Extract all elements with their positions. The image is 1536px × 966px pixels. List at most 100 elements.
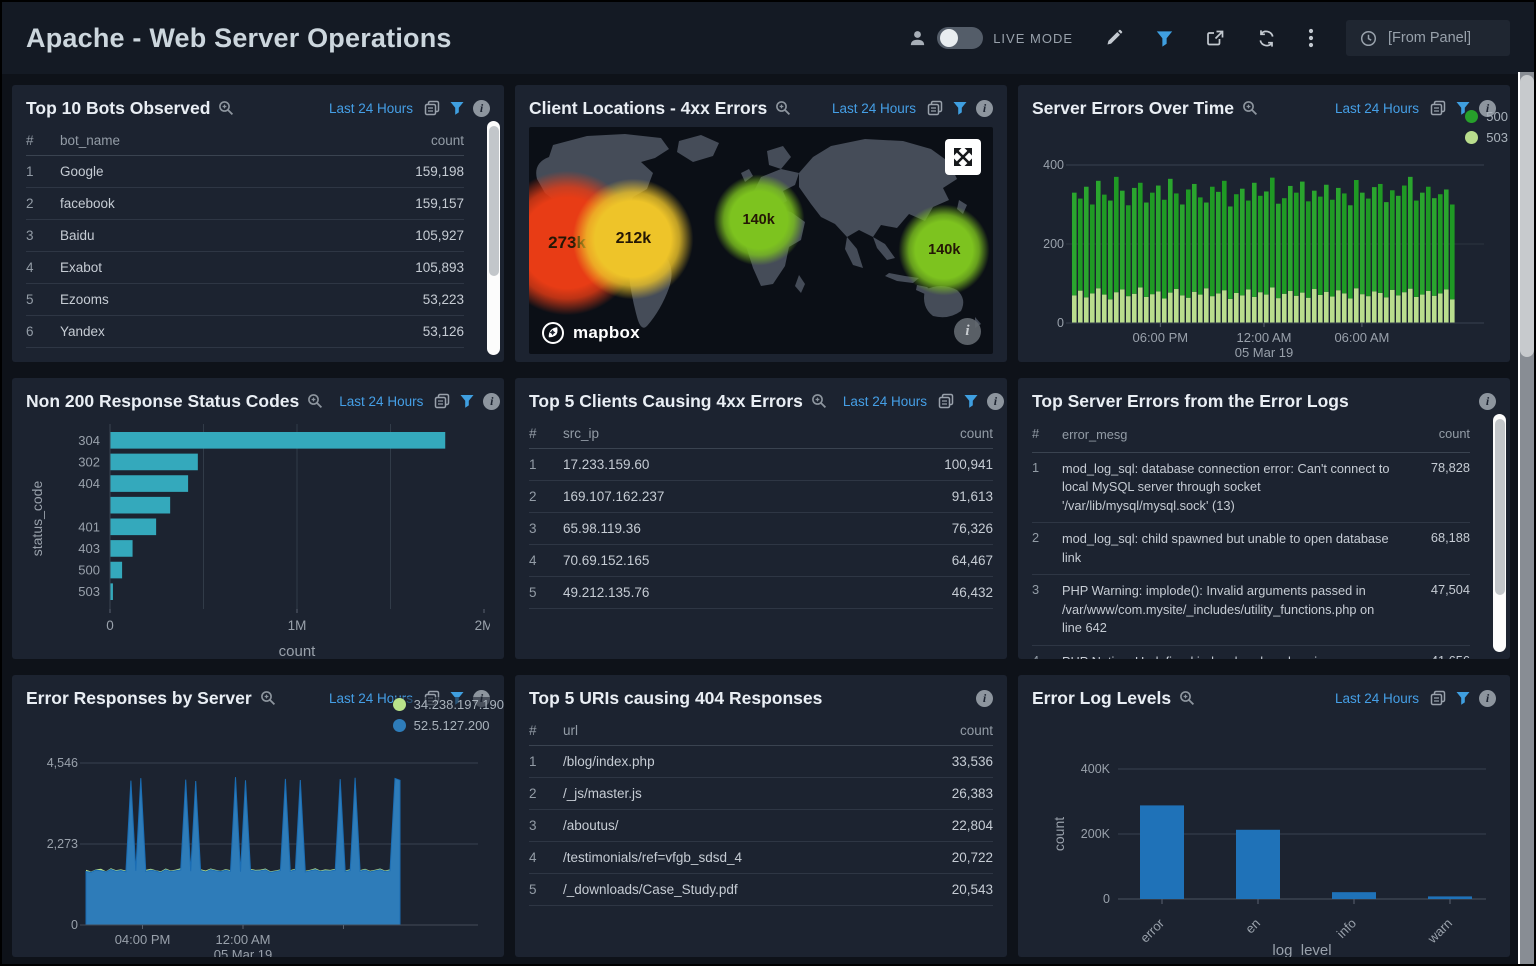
zoom-in-icon[interactable] — [218, 100, 234, 116]
panel-filter-icon[interactable] — [1455, 690, 1471, 706]
row-count: 91,613 — [901, 489, 993, 504]
panel-non-200-codes: Non 200 Response Status Codes Last 24 Ho… — [12, 378, 504, 659]
copy-panel-icon[interactable] — [938, 393, 955, 409]
copy-panel-icon[interactable] — [434, 393, 451, 409]
scrollbar-thumb[interactable] — [1495, 419, 1505, 595]
row-value: 17.233.159.60 — [563, 457, 901, 472]
more-menu-icon[interactable] — [1308, 28, 1314, 48]
zoom-in-icon[interactable] — [1242, 100, 1258, 116]
table-header-row: #bot_namecount — [26, 126, 464, 156]
time-range-link[interactable]: Last 24 Hours — [843, 394, 927, 409]
dashboard-title: Apache - Web Server Operations — [26, 23, 452, 54]
legend-item[interactable]: 503 — [1465, 130, 1508, 145]
map-info-icon[interactable]: i — [954, 318, 981, 345]
time-range-link[interactable]: Last 24 Hours — [339, 394, 423, 409]
expand-map-button[interactable] — [945, 139, 981, 175]
row-index: 6 — [26, 324, 60, 339]
panel-top-bots: Top 10 Bots Observed Last 24 Hours i #bo… — [12, 85, 504, 362]
time-range-link[interactable]: Last 24 Hours — [832, 101, 916, 116]
panel-scrollbar[interactable] — [1493, 414, 1506, 652]
svg-text:304: 304 — [78, 433, 100, 448]
info-icon[interactable]: i — [976, 690, 993, 707]
svg-text:error: error — [1137, 915, 1167, 945]
page-scrollbar-thumb[interactable] — [1520, 75, 1534, 357]
zoom-in-icon[interactable] — [811, 393, 827, 409]
page-scrollbar[interactable] — [1518, 72, 1534, 964]
row-value: /testimonials/ref=vfgb_sdsd_4 — [563, 850, 901, 865]
time-range-link[interactable]: Last 24 Hours — [329, 101, 413, 116]
info-icon[interactable]: i — [1479, 690, 1496, 707]
row-value: /_js/master.js — [563, 786, 901, 801]
time-range-field[interactable]: [From Panel] — [1346, 20, 1510, 56]
svg-text:0: 0 — [1103, 892, 1110, 906]
panel-title: Client Locations - 4xx Errors — [529, 98, 767, 119]
live-mode-toggle[interactable] — [937, 27, 983, 49]
panel-scrollbar[interactable] — [487, 121, 500, 355]
zoom-in-icon[interactable] — [307, 393, 323, 409]
row-index: 1 — [529, 457, 563, 472]
row-value: Google — [60, 164, 372, 179]
time-range-link[interactable]: Last 24 Hours — [1335, 691, 1419, 706]
row-index: 5 — [26, 292, 60, 307]
time-range-link[interactable]: Last 24 Hours — [1335, 101, 1419, 116]
column-header: bot_name — [60, 133, 372, 148]
area-chart: 02,2734,54604:00 PM12:00 AM05 Mar 19 — [26, 713, 490, 957]
stacked-bar-chart: 400200006:00 PM12:00 AM05 Mar 1906:00 AM — [1032, 123, 1496, 362]
row-count: 41,656 — [1406, 653, 1470, 659]
legend-item[interactable]: 34.238.197.190 — [393, 697, 504, 712]
table-row: 4PHP Notice: Undefined index: header_cla… — [1032, 646, 1470, 659]
legend-dot — [393, 698, 406, 711]
mapbox-attribution[interactable]: mapbox — [541, 321, 640, 345]
filter-icon[interactable] — [1155, 29, 1174, 48]
info-icon[interactable]: i — [1479, 393, 1496, 410]
table-row: 4/testimonials/ref=vfgb_sdsd_420,722 — [529, 842, 993, 874]
row-index: 3 — [529, 818, 563, 833]
edit-icon[interactable] — [1105, 29, 1123, 47]
copy-panel-icon[interactable] — [1430, 100, 1447, 116]
column-header: # — [26, 133, 60, 148]
chart-canvas: 30430240440140350050301M2Mcountstatus_co… — [26, 416, 490, 659]
zoom-in-icon[interactable] — [1179, 690, 1195, 706]
user-icon[interactable] — [908, 29, 927, 48]
panel-filter-icon[interactable] — [963, 393, 979, 409]
row-value: 65.98.119.36 — [563, 521, 901, 536]
svg-text:0: 0 — [1057, 316, 1064, 330]
map-bubble[interactable]: 140k — [898, 204, 990, 296]
row-count: 68,188 — [1406, 530, 1470, 545]
copy-panel-icon[interactable] — [927, 100, 944, 116]
copy-panel-icon[interactable] — [424, 100, 441, 116]
legend-label: 52.5.127.200 — [414, 718, 490, 733]
column-header: count — [372, 133, 464, 148]
map-bubble[interactable]: 212k — [572, 178, 694, 300]
column-header: # — [529, 723, 563, 738]
panel-client-locations: Client Locations - 4xx Errors Last 24 Ho… — [515, 85, 1007, 362]
copy-panel-icon[interactable] — [1430, 690, 1447, 706]
chart-legend: 34.238.197.190 52.5.127.200 — [393, 697, 504, 733]
info-icon[interactable]: i — [483, 393, 500, 410]
panel-error-responses: Error Responses by Server Last 24 Hours … — [12, 675, 504, 957]
map-bubble[interactable]: 140k — [713, 174, 805, 266]
column-header: # — [1032, 426, 1062, 441]
panel-filter-icon[interactable] — [449, 100, 465, 116]
zoom-in-icon[interactable] — [775, 100, 791, 116]
world-map[interactable]: 273k212k140k140k mapbox i — [529, 127, 993, 354]
row-index: 3 — [529, 521, 563, 536]
refresh-icon[interactable] — [1257, 29, 1276, 48]
zoom-in-icon[interactable] — [260, 690, 276, 706]
info-icon[interactable]: i — [987, 393, 1004, 410]
legend-item[interactable]: 52.5.127.200 — [393, 718, 504, 733]
table-row: 2facebook159,157 — [26, 188, 464, 220]
info-icon[interactable]: i — [976, 100, 993, 117]
table-row: 3/aboutus/22,804 — [529, 810, 993, 842]
table-row: 1mod_log_sql: database connection error:… — [1032, 453, 1470, 524]
panel-filter-icon[interactable] — [952, 100, 968, 116]
row-count: 20,543 — [901, 882, 993, 897]
svg-text:12:00 AM: 12:00 AM — [216, 932, 271, 947]
legend-item[interactable]: 500 — [1465, 109, 1508, 124]
panel-filter-icon[interactable] — [459, 393, 475, 409]
scrollbar-thumb[interactable] — [489, 126, 499, 276]
info-icon[interactable]: i — [473, 100, 490, 117]
svg-text:503: 503 — [78, 584, 100, 599]
column-header: # — [529, 426, 563, 441]
share-icon[interactable] — [1206, 29, 1225, 47]
